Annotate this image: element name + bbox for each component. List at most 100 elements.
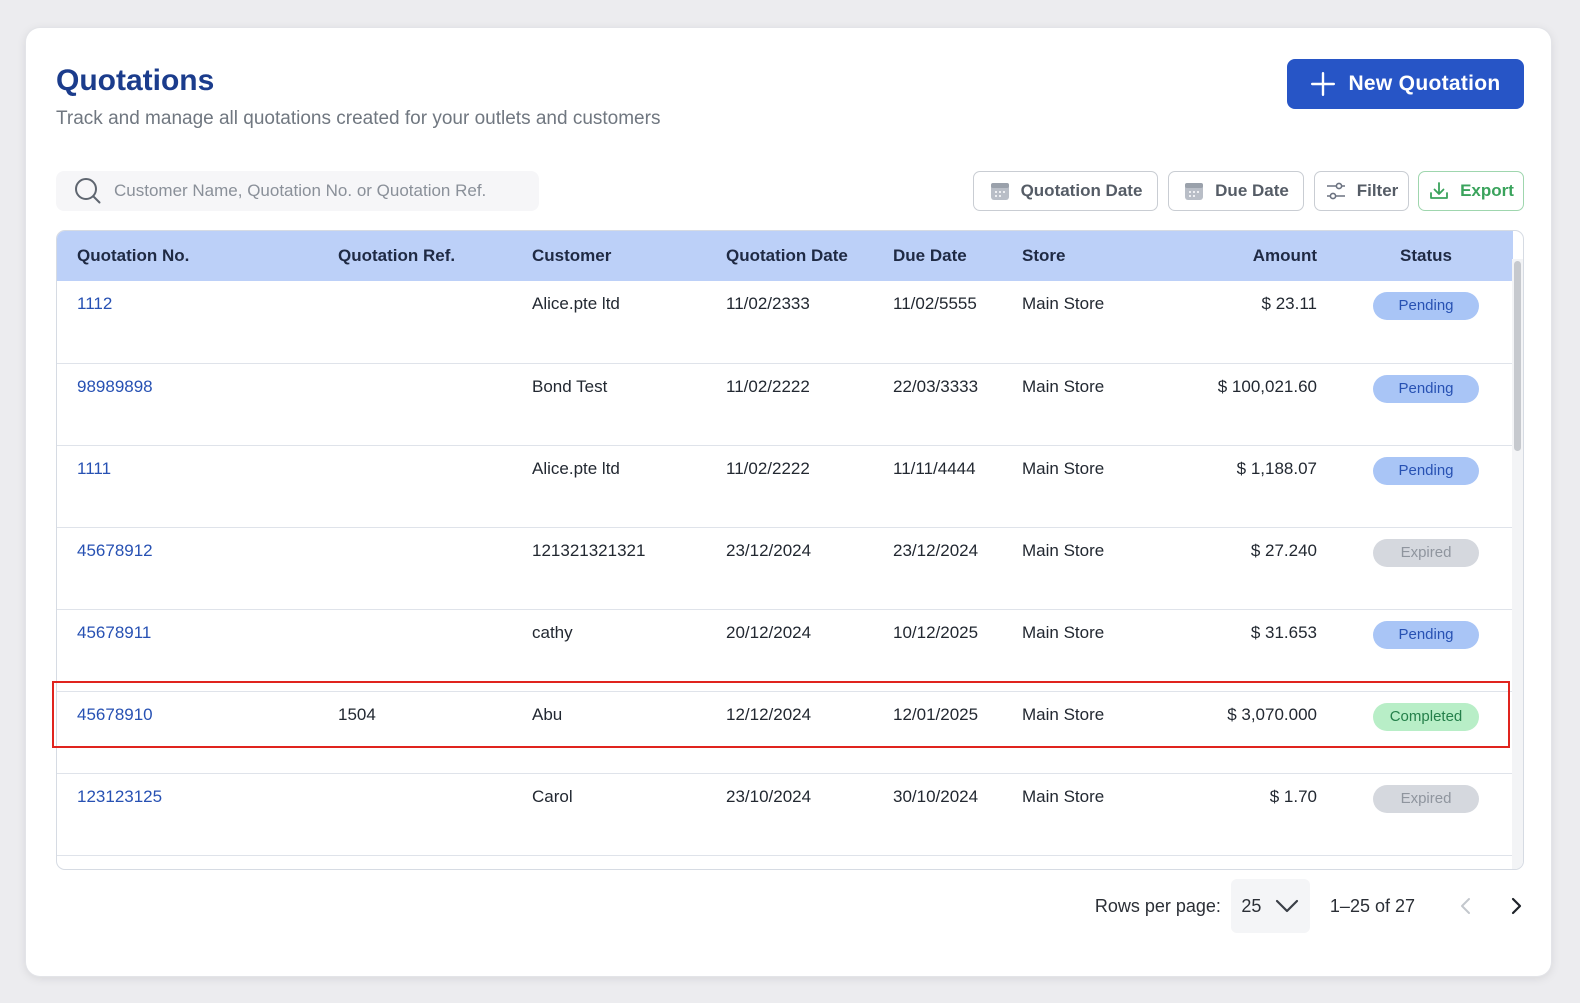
amount-cell: $ 27.240 [1180, 527, 1339, 610]
quotation-no-cell[interactable] [57, 855, 318, 869]
status-cell: Completed [1339, 691, 1513, 774]
search-input[interactable] [114, 181, 514, 201]
amount-cell: $ 31.653 [1180, 609, 1339, 692]
quotation-date-cell: 23/12/2024 [706, 527, 873, 610]
table-row[interactable]: 123123125 Carol 23/10/2024 30/10/2024 Ma… [57, 773, 1513, 856]
due-date-cell: 23/12/2024 [873, 527, 1002, 610]
plus-icon [1311, 71, 1336, 97]
due-date-cell: 22/03/3333 [873, 363, 1002, 446]
table-row[interactable]: 45678911 cathy 20/12/2024 10/12/2025 Mai… [57, 609, 1513, 692]
column-header[interactable]: Status [1339, 231, 1513, 281]
due-date-cell: 11/11/4444 [873, 445, 1002, 528]
chevron-right-icon [1511, 897, 1522, 915]
amount-cell: $ 23.11 [1180, 281, 1339, 364]
customer-cell: Carol [512, 773, 706, 856]
export-label: Export [1460, 181, 1514, 200]
quotation-ref-cell [318, 527, 512, 610]
previous-page-button[interactable] [1451, 891, 1481, 921]
quotation-date-cell: 20/12/2024 [706, 609, 873, 692]
table-row[interactable]: 98989898 Bond Test 11/02/2222 22/03/3333… [57, 363, 1513, 446]
status-cell: Pending [1339, 445, 1513, 528]
column-header[interactable]: Customer [512, 231, 706, 281]
store-cell: Main Store [1002, 691, 1180, 774]
customer-cell [512, 855, 706, 869]
due-date-cell [873, 855, 1002, 869]
quotation-ref-cell [318, 363, 512, 446]
status-cell: Expired [1339, 527, 1513, 610]
status-cell: Pending [1339, 363, 1513, 446]
quotation-no-cell[interactable]: 123123125 [57, 773, 318, 856]
amount-cell [1180, 855, 1339, 869]
rows-per-page-select[interactable]: 25 [1230, 879, 1310, 933]
status-cell [1339, 855, 1513, 869]
quotation-no-cell[interactable]: 45678912 [57, 527, 318, 610]
store-cell: Main Store [1002, 445, 1180, 528]
store-cell: Main Store [1002, 281, 1180, 364]
rows-per-page-value: 25 [1241, 895, 1262, 916]
column-header[interactable]: Amount [1180, 231, 1339, 281]
status-badge: Pending [1373, 456, 1479, 485]
quotation-ref-cell [318, 281, 512, 364]
export-button[interactable]: Export [1418, 171, 1524, 211]
due-date-cell: 12/01/2025 [873, 691, 1002, 774]
new-quotation-label: New Quotation [1348, 72, 1501, 95]
quotations-table: Quotation No. Quotation Ref. Customer Qu… [56, 230, 1524, 870]
chevron-left-icon [1461, 898, 1470, 914]
quotation-no-cell[interactable]: 98989898 [57, 363, 318, 446]
filter-button[interactable]: Filter [1314, 171, 1409, 211]
due-date-button[interactable]: Due Date [1168, 171, 1304, 211]
search-box[interactable] [56, 171, 539, 211]
due-date-cell: 11/02/5555 [873, 281, 1002, 364]
quotation-ref-cell [318, 855, 512, 869]
column-header[interactable]: Quotation Ref. [318, 231, 512, 281]
rows-per-page-label: Rows per page: [1094, 895, 1221, 916]
table-scrollbar-thumb[interactable] [1514, 261, 1521, 451]
column-header[interactable]: Store [1002, 231, 1180, 281]
quotation-no-cell[interactable]: 45678911 [57, 609, 318, 692]
column-header[interactable]: Quotation Date [706, 231, 873, 281]
quotation-ref-cell [318, 773, 512, 856]
next-page-button[interactable] [1501, 891, 1531, 921]
table-header: Quotation No. Quotation Ref. Customer Qu… [57, 231, 1513, 281]
quotation-date-cell: 11/02/2222 [706, 445, 873, 528]
filter-label: Filter [1356, 181, 1399, 200]
customer-cell: Alice.pte ltd [512, 281, 706, 364]
store-cell: Main Store [1002, 609, 1180, 692]
status-badge: Pending [1373, 292, 1479, 320]
table-row[interactable]: 45678912 121321321321 23/12/2024 23/12/2… [57, 527, 1513, 610]
table-row[interactable]: 45678910 1504 Abu 12/12/2024 12/01/2025 … [57, 691, 1513, 774]
quotation-no-cell[interactable]: 45678910 [57, 691, 318, 774]
status-badge: Completed [1373, 702, 1479, 731]
quotation-ref-cell: 1504 [318, 691, 512, 774]
page-title: Quotations [56, 64, 215, 97]
customer-cell: Abu [512, 691, 706, 774]
sliders-icon [1326, 182, 1345, 200]
quotation-date-cell: 11/02/2222 [706, 363, 873, 446]
quotation-date-cell: 11/02/2333 [706, 281, 873, 364]
table-row[interactable] [57, 855, 1513, 869]
table-row[interactable]: 1111 Alice.pte ltd 11/02/2222 11/11/4444… [57, 445, 1513, 528]
status-cell: Pending [1339, 609, 1513, 692]
store-cell: Main Store [1002, 363, 1180, 446]
status-badge: Expired [1373, 538, 1479, 567]
page-range: 1–25 of 27 [1329, 895, 1415, 916]
store-cell: Main Store [1002, 527, 1180, 610]
new-quotation-button[interactable]: New Quotation [1287, 59, 1524, 109]
quotation-date-button[interactable]: Quotation Date [973, 171, 1158, 211]
due-date-cell: 30/10/2024 [873, 773, 1002, 856]
column-header[interactable]: Quotation No. [57, 231, 318, 281]
status-badge: Expired [1373, 784, 1479, 813]
quotation-date-cell [706, 855, 873, 869]
search-icon [75, 178, 101, 204]
status-badge: Pending [1373, 620, 1479, 649]
page-subtitle: Track and manage all quotations created … [56, 108, 661, 129]
download-icon [1430, 182, 1448, 199]
quotation-ref-cell [318, 609, 512, 692]
table-row[interactable]: 1112 Alice.pte ltd 11/02/2333 11/02/5555… [57, 281, 1513, 364]
status-badge: Pending [1373, 374, 1479, 403]
chevron-down-icon [1276, 899, 1299, 913]
quotation-no-cell[interactable]: 1111 [57, 445, 318, 528]
customer-cell: 121321321321 [512, 527, 706, 610]
quotation-no-cell[interactable]: 1112 [57, 281, 318, 364]
column-header[interactable]: Due Date [873, 231, 1002, 281]
